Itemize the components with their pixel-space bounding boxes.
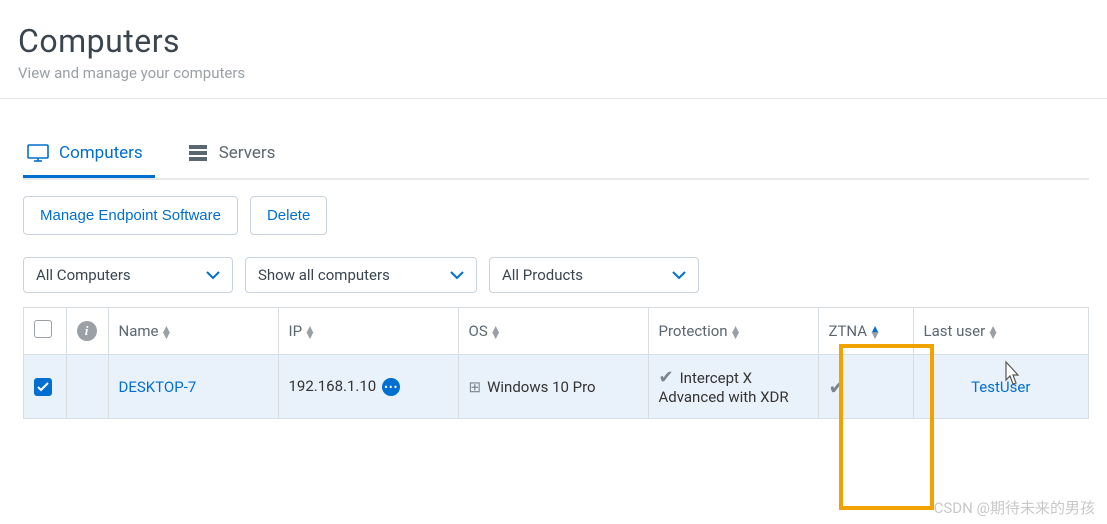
watermark: CSDN @期待未来的男孩 <box>934 497 1095 518</box>
chevron-down-icon <box>206 266 220 284</box>
filter-bar: All Computers Show all computers All Pro… <box>23 257 1089 293</box>
sort-icon: ▲▼ <box>304 326 316 338</box>
last-user-link[interactable]: TestUser <box>971 378 1030 396</box>
cell-os: ⊞Windows 10 Pro <box>458 355 648 419</box>
cell-protection: ✔Intercept X Advanced with XDR <box>648 355 818 419</box>
tab-label: Computers <box>59 143 143 163</box>
action-bar: Manage Endpoint Software Delete <box>23 196 1089 235</box>
col-protection[interactable]: Protection▲▼ <box>648 308 818 355</box>
filter-group-select[interactable]: All Computers <box>23 257 233 293</box>
chevron-down-icon <box>450 266 464 284</box>
sort-icon: ▲▼ <box>730 326 742 338</box>
tab-bar: Computers Servers <box>23 133 1089 180</box>
tab-label: Servers <box>219 143 276 163</box>
col-info: i <box>66 308 108 355</box>
sort-icon: ▲▼ <box>160 326 172 338</box>
ip-menu-button[interactable]: ••• <box>382 378 400 396</box>
col-os[interactable]: OS▲▼ <box>458 308 648 355</box>
checkbox-icon[interactable] <box>34 320 52 338</box>
chevron-down-icon <box>672 266 686 284</box>
monitor-icon <box>27 144 49 162</box>
select-value: All Computers <box>36 266 131 284</box>
sort-icon: ▲▼ <box>987 326 999 338</box>
cell-ip: 192.168.1.10••• <box>278 355 458 419</box>
windows-icon: ⊞ <box>469 378 482 396</box>
select-value: All Products <box>502 266 583 284</box>
filter-status-select[interactable]: Show all computers <box>245 257 477 293</box>
col-ip[interactable]: IP▲▼ <box>278 308 458 355</box>
col-select-all[interactable] <box>24 308 66 355</box>
table-row[interactable]: DESKTOP-7 192.168.1.10••• ⊞Windows 10 Pr… <box>24 355 1088 419</box>
page-title: Computers <box>18 22 1089 60</box>
page-header: Computers View and manage your computers <box>0 0 1107 99</box>
cell-ztna: ✔ <box>818 355 913 419</box>
info-icon: i <box>77 321 97 341</box>
computer-name-link[interactable]: DESKTOP-7 <box>119 378 197 396</box>
sort-icon: ▲▼ <box>869 326 881 338</box>
check-icon: ✔ <box>659 367 674 388</box>
manage-endpoint-button[interactable]: Manage Endpoint Software <box>23 196 238 235</box>
row-checkbox[interactable] <box>34 378 52 396</box>
computers-table: i Name▲▼ IP▲▼ OS▲▼ Protection▲▼ ZTNA▲▼ L… <box>23 307 1089 419</box>
tab-servers[interactable]: Servers <box>183 133 288 178</box>
sort-icon: ▲▼ <box>490 326 502 338</box>
col-lastuser[interactable]: Last user▲▼ <box>913 308 1088 355</box>
select-value: Show all computers <box>258 266 390 284</box>
check-icon: ✔ <box>829 375 846 399</box>
col-ztna[interactable]: ZTNA▲▼ <box>818 308 913 355</box>
delete-button[interactable]: Delete <box>250 196 327 235</box>
col-name[interactable]: Name▲▼ <box>108 308 278 355</box>
tab-computers[interactable]: Computers <box>23 133 155 178</box>
server-icon <box>187 144 209 162</box>
page-subtitle: View and manage your computers <box>18 64 1089 82</box>
filter-products-select[interactable]: All Products <box>489 257 699 293</box>
